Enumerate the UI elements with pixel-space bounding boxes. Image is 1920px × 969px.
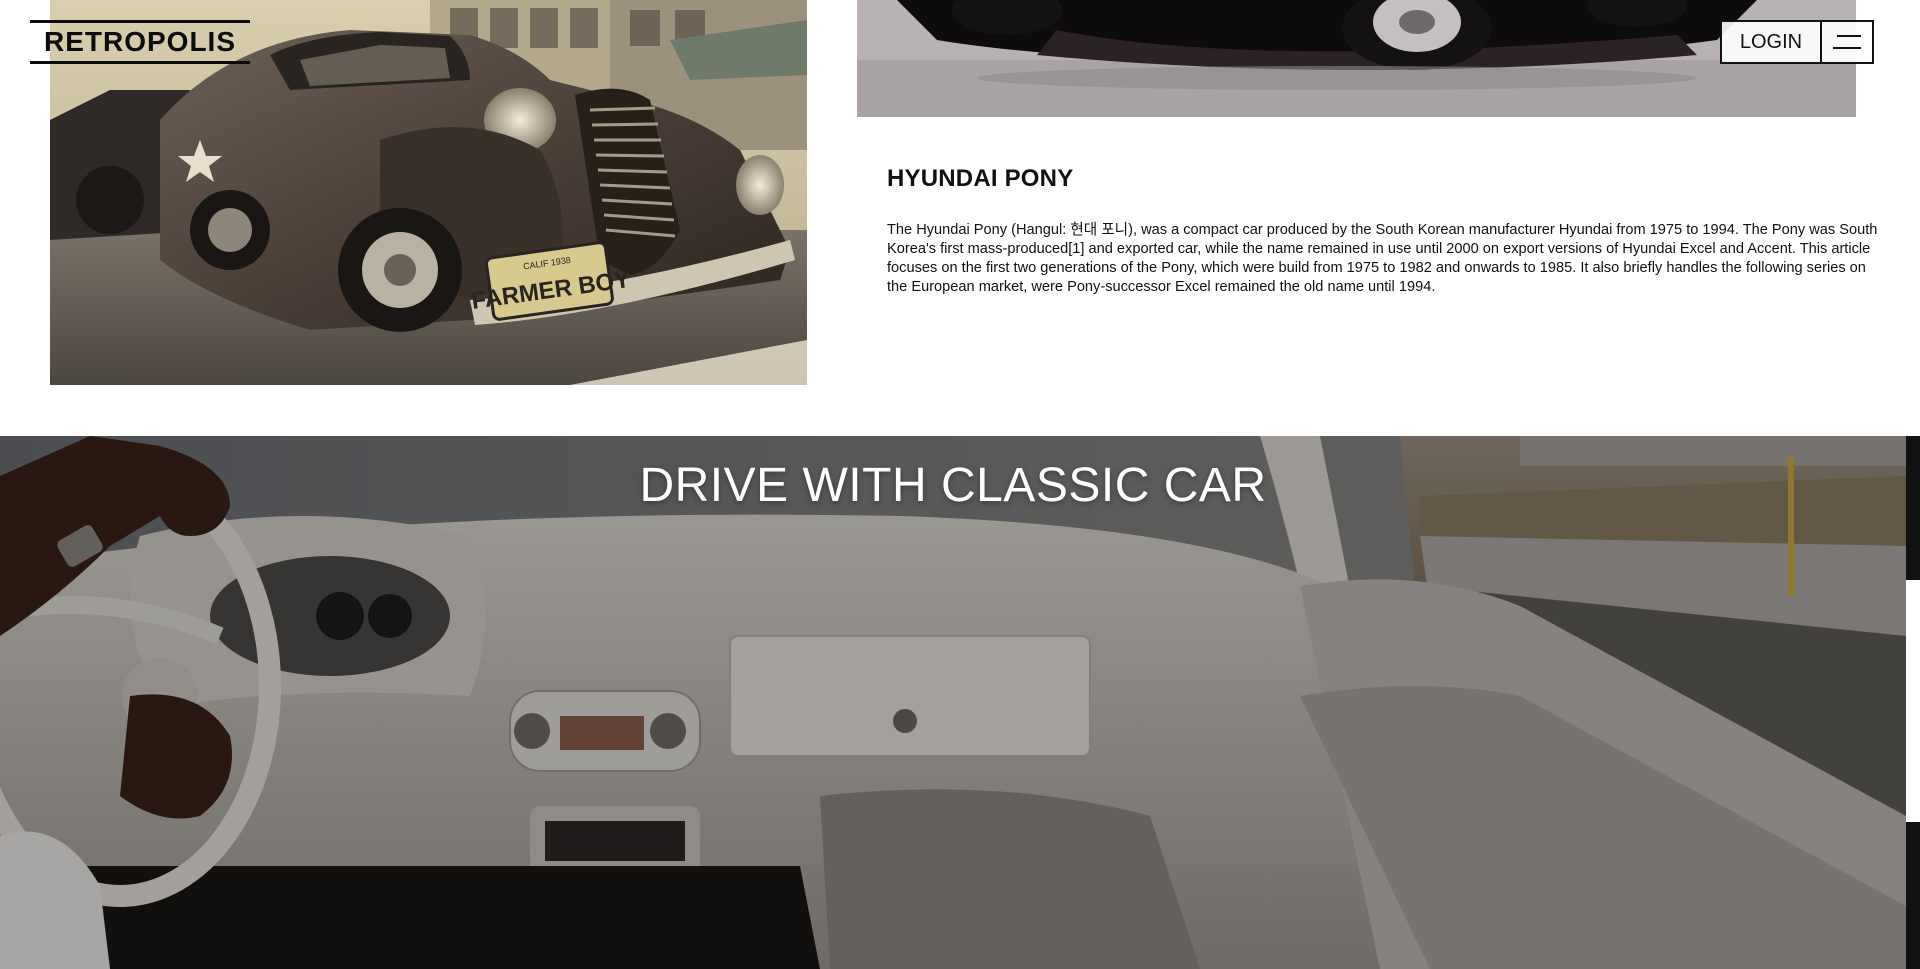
hero-section: DRIVE WITH CLASSIC CAR bbox=[0, 436, 1906, 969]
logo-text: RETROPOLIS bbox=[44, 26, 237, 57]
menu-button[interactable] bbox=[1822, 22, 1872, 62]
header-actions: LOGIN bbox=[1720, 20, 1874, 64]
site-logo[interactable]: RETROPOLIS bbox=[30, 20, 251, 64]
login-button[interactable]: LOGIN bbox=[1722, 22, 1822, 62]
hamburger-icon bbox=[1833, 35, 1861, 49]
edge-strip-bottom bbox=[1906, 822, 1920, 969]
article-title: HYUNDAI PONY bbox=[887, 165, 1074, 192]
page: CALIF 1938 FARMER BOY RETROPOLIS LOGIN H… bbox=[0, 0, 1920, 969]
car-photo-strip bbox=[857, 0, 1856, 117]
article-body: The Hyundai Pony (Hangul: 현대 포니), was a … bbox=[887, 222, 1878, 295]
article: HYUNDAI PONY The Hyundai Pony (Hangul: 현… bbox=[887, 165, 1887, 297]
hero-title: DRIVE WITH CLASSIC CAR bbox=[639, 459, 1267, 512]
edge-strip-middle bbox=[1906, 580, 1920, 822]
edge-strip-top bbox=[1906, 436, 1920, 580]
car-interior-photo bbox=[0, 436, 1906, 969]
pony-car-image bbox=[857, 0, 1856, 117]
